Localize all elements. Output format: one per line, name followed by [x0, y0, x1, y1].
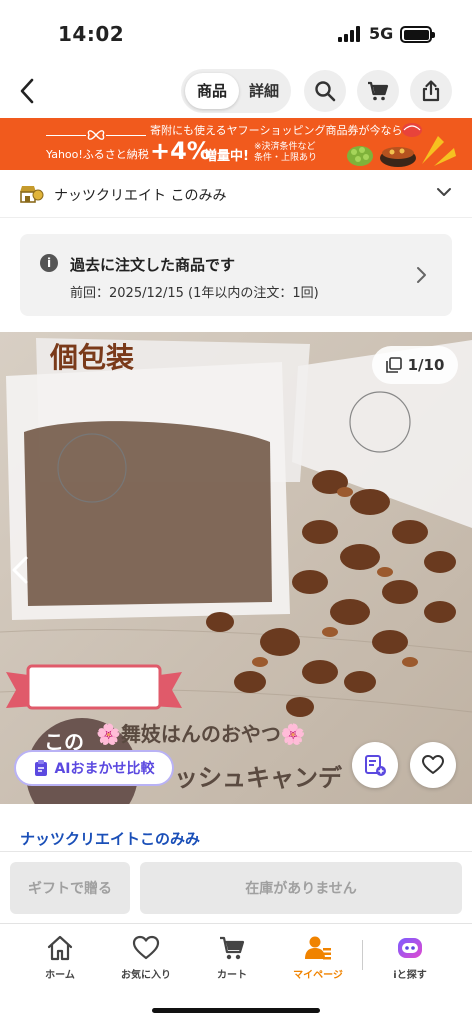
chevron-right-icon — [417, 267, 426, 283]
bottom-tab-bar: ホーム お気に入り カート マイページ iと探す — [0, 923, 472, 1024]
chevron-left-icon — [20, 78, 34, 104]
cart-icon — [220, 936, 245, 960]
battery-icon — [400, 26, 435, 43]
out-of-stock-button[interactable]: 在庫がありません — [140, 862, 462, 914]
tab-product[interactable]: 商品 — [185, 73, 239, 109]
tab-favorites[interactable]: お気に入り — [108, 932, 184, 982]
heart-icon — [422, 755, 444, 774]
promo-brand: Yahoo!ふるさと納税 — [46, 148, 149, 161]
brand-link[interactable]: ナッツクリエイトこのみみ — [20, 828, 200, 849]
shop-row[interactable]: ナッツクリエイト このみみ — [0, 170, 472, 218]
tab-cart[interactable]: カート — [194, 932, 270, 982]
cart-icon — [368, 81, 389, 101]
status-bar: 14:02 5G — [0, 0, 472, 64]
product-image-carousel[interactable]: 1/10 個包装 この 🌸舞妓はんのおやつ🌸 ッシュキャンデ AIおまかせ比較 — [0, 332, 472, 804]
image-counter: 1/10 — [372, 346, 458, 384]
tab-divider — [362, 940, 363, 970]
promo-note: ※決済条件など 条件・上限あり — [254, 142, 318, 163]
status-time: 14:02 — [58, 22, 125, 46]
ai-assistant-icon — [398, 938, 422, 958]
shop-name: ナッツクリエイト このみみ — [54, 188, 227, 204]
nav-bar: 商品 詳細 — [0, 64, 472, 118]
kobetsu-label: 個包装 — [49, 341, 134, 374]
images-icon — [385, 357, 402, 373]
tab-home[interactable]: ホーム — [22, 932, 98, 982]
past-order-notice[interactable]: i 過去に注文した商品です 前回：2025/12/15 (1年以内の注文：1回) — [20, 234, 452, 316]
share-button[interactable] — [410, 70, 452, 112]
heart-icon — [132, 935, 160, 960]
furusato-promo-banner[interactable]: 寄附にも使えるヤフーショッピング商品券が今なら Yahoo!ふるさと納税 +4%… — [0, 118, 472, 170]
home-icon — [47, 935, 73, 961]
signal-icon — [338, 26, 362, 42]
carousel-prev-icon[interactable] — [6, 554, 32, 586]
action-bar: ギフトで贈る 在庫がありません — [0, 851, 472, 923]
cart-button[interactable] — [357, 70, 399, 112]
past-order-title: 過去に注文した商品です — [70, 256, 236, 274]
tab-ai-search[interactable]: iと探す — [372, 932, 448, 982]
ribbon-bow-icon — [87, 130, 105, 140]
ai-clipboard-icon — [35, 760, 48, 776]
home-indicator — [152, 1008, 320, 1013]
promo-plus: +4% — [150, 137, 211, 165]
candy-caption: ッシュキャンデ — [174, 763, 342, 792]
gift-button[interactable]: ギフトで贈る — [10, 862, 130, 914]
info-icon: i — [40, 254, 58, 272]
maiko-caption: 🌸舞妓はんのおやつ🌸 — [96, 722, 306, 746]
tab-mypage[interactable]: マイページ — [280, 932, 356, 982]
favorite-button[interactable] — [410, 742, 456, 788]
product-detail-toggle: 商品 詳細 — [181, 69, 291, 113]
tab-detail[interactable]: 詳細 — [241, 73, 287, 109]
search-icon — [315, 81, 336, 102]
promo-food-illustration — [347, 123, 456, 167]
ai-compare-button[interactable]: AIおまかせ比較 — [14, 750, 174, 786]
share-icon — [422, 80, 440, 102]
list-add-icon — [365, 755, 386, 776]
search-button[interactable] — [304, 70, 346, 112]
kobetsu-ribbon-badge — [6, 664, 182, 710]
back-button[interactable] — [10, 74, 44, 108]
store-icon — [20, 186, 44, 203]
chevron-down-icon[interactable] — [436, 186, 452, 198]
past-order-detail: 前回：2025/12/15 (1年以内の注文：1回) — [70, 286, 319, 301]
network-type: 5G — [369, 24, 394, 43]
add-to-list-button[interactable] — [352, 742, 398, 788]
promo-increase: 増量中! — [204, 149, 249, 164]
mypage-icon — [305, 936, 331, 960]
